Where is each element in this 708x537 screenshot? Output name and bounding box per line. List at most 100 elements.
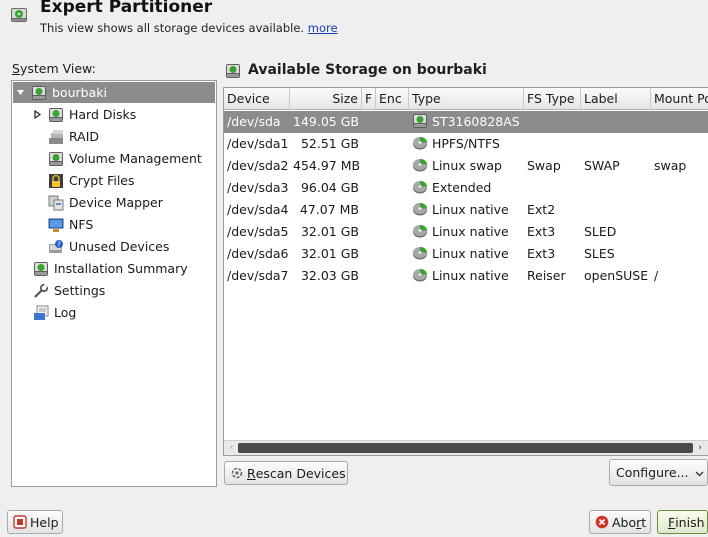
cell-fs-type: Swap [524, 155, 581, 177]
partition-icon [412, 179, 428, 195]
tree-item-label: NFS [69, 217, 94, 232]
tree-item-raid[interactable]: RAID [13, 126, 215, 147]
partition-icon [412, 157, 428, 173]
more-link[interactable]: more [308, 21, 338, 35]
cell-device: /dev/sda7 [224, 265, 290, 287]
cell-mount-point [651, 243, 708, 265]
cell-label: SWAP [581, 155, 651, 177]
cell-size: 32.01 GB [290, 221, 362, 243]
cell-type: Linux native [409, 199, 524, 221]
column-mount-point[interactable]: Mount Point [651, 88, 708, 110]
cell-type: Linux native [409, 265, 524, 287]
cell-enc [376, 243, 409, 265]
cell-device: /dev/sda3 [224, 177, 290, 199]
cell-type-text: Linux swap [432, 158, 502, 173]
partition-icon [412, 201, 428, 217]
scroll-left-arrow-icon[interactable]: ‹ [226, 442, 237, 454]
cell-device-text: /dev/sda3 [227, 180, 289, 195]
configure-button[interactable]: Configure... [609, 459, 708, 486]
cell-type-text: Linux native [432, 246, 509, 261]
cell-enc [376, 133, 409, 155]
column-f[interactable]: F [362, 88, 376, 110]
abort-label-pre: Abo [612, 514, 637, 530]
system-view-label-text: ystem View: [19, 61, 96, 76]
cell-type-text: ST3160828AS [432, 114, 520, 129]
cell-type: Linux swap [409, 155, 524, 177]
tree-item-bourbaki[interactable]: bourbaki [13, 82, 215, 103]
expanded-arrow-icon[interactable] [16, 88, 25, 97]
harddisk-icon [48, 151, 64, 167]
tree-item-unused-devices[interactable]: ? Unused Devices [13, 236, 215, 257]
tree-item-settings[interactable]: Settings [13, 280, 215, 301]
cell-f [362, 111, 376, 133]
cell-device: /dev/sda2 [224, 155, 290, 177]
scroll-right-arrow-icon[interactable]: › [695, 442, 705, 454]
cell-fs-type-text: Ext3 [527, 246, 556, 261]
column-device[interactable]: Device [224, 88, 290, 110]
cell-size: 47.07 MB [290, 199, 362, 221]
column-fs-type[interactable]: FS Type [524, 88, 581, 110]
cell-mount-point-text: / [654, 268, 659, 283]
cell-fs-type-text: Ext3 [527, 224, 556, 239]
tree-item-volume-management[interactable]: Volume Management [13, 148, 215, 169]
cell-type: Linux native [409, 221, 524, 243]
harddisk-icon [48, 107, 64, 123]
cell-type: Linux native [409, 243, 524, 265]
collapsed-arrow-icon[interactable] [33, 110, 42, 119]
help-button[interactable]: Help [7, 510, 63, 534]
table-row[interactable]: /dev/sda4 47.07 MB Linux native Ext2 [224, 199, 708, 221]
tree-item-label: Log [54, 305, 77, 320]
column-size[interactable]: Size [290, 88, 362, 110]
cell-label [581, 133, 651, 155]
storage-table[interactable]: Device Size F Enc Type FS Type Label Mou… [223, 87, 708, 456]
page-title: Expert Partitioner [40, 0, 213, 17]
finish-mnemonic: F [668, 514, 676, 530]
table-row[interactable]: /dev/sda5 32.01 GB Linux native Ext3 SLED [224, 221, 708, 243]
cell-type-text: Linux native [432, 268, 509, 283]
unused-device-icon: ? [48, 239, 64, 255]
help-icon [13, 515, 27, 529]
table-row[interactable]: /dev/sda2 454.97 MB Linux swap Swap SWAP swap [224, 155, 708, 177]
column-enc[interactable]: Enc [376, 88, 409, 110]
cell-device: /dev/sda6 [224, 243, 290, 265]
cell-label [581, 177, 651, 199]
cell-f [362, 265, 376, 287]
cell-size: 32.03 GB [290, 265, 362, 287]
horizontal-scrollbar[interactable]: ‹ › [224, 440, 708, 455]
tree-item-installation-summary[interactable]: Installation Summary [13, 258, 215, 279]
column-label[interactable]: Label [581, 88, 651, 110]
tree-item-nfs[interactable]: NFS [13, 214, 215, 235]
cell-fs-type: Ext3 [524, 243, 581, 265]
cell-device-text: /dev/sda [227, 114, 281, 129]
rescan-label: escan Devices [255, 465, 346, 481]
abort-button[interactable]: Abo r t [589, 510, 651, 534]
scrollbar-thumb[interactable] [238, 443, 693, 453]
tree-item-label: Device Mapper [69, 195, 163, 210]
partition-icon [412, 245, 428, 261]
cell-device: /dev/sda1 [224, 133, 290, 155]
cell-f [362, 155, 376, 177]
cell-fs-type-text: Ext2 [527, 202, 556, 217]
table-row[interactable]: /dev/sda7 32.03 GB Linux native Reiser openS… [224, 265, 708, 287]
cell-mount-point: / [651, 265, 708, 287]
tree-item-device-mapper[interactable]: Device Mapper [13, 192, 215, 213]
tree-item-log[interactable]: Log [13, 302, 215, 323]
column-type[interactable]: Type [409, 88, 524, 110]
table-row[interactable]: /dev/sda3 96.04 GB Extended [224, 177, 708, 199]
cell-label [581, 111, 651, 133]
cell-device: /dev/sda [224, 111, 290, 133]
table-row[interactable]: /dev/sda 149.05 GB ST3160828AS [224, 111, 708, 133]
rescan-devices-button[interactable]: Rescan Devices [224, 461, 348, 485]
system-view-tree[interactable]: bourbaki Hard Disks RAID Volume Manageme… [11, 80, 217, 487]
cell-device-text: /dev/sda1 [227, 136, 289, 151]
subtitle-text: This view shows all storage devices avai… [40, 21, 305, 35]
cell-type-text: Linux native [432, 202, 509, 217]
tree-item-crypt-files[interactable]: Crypt Files [13, 170, 215, 191]
table-row[interactable]: /dev/sda6 32.01 GB Linux native Ext3 SLES [224, 243, 708, 265]
cell-size: 149.05 GB [290, 111, 362, 133]
tree-item-hard-disks[interactable]: Hard Disks [13, 104, 215, 125]
table-row[interactable]: /dev/sda1 52.51 GB HPFS/NTFS [224, 133, 708, 155]
finish-button[interactable]: Finish [657, 510, 708, 534]
tree-item-label: Hard Disks [69, 107, 137, 122]
cell-device-text: /dev/sda6 [227, 246, 289, 261]
